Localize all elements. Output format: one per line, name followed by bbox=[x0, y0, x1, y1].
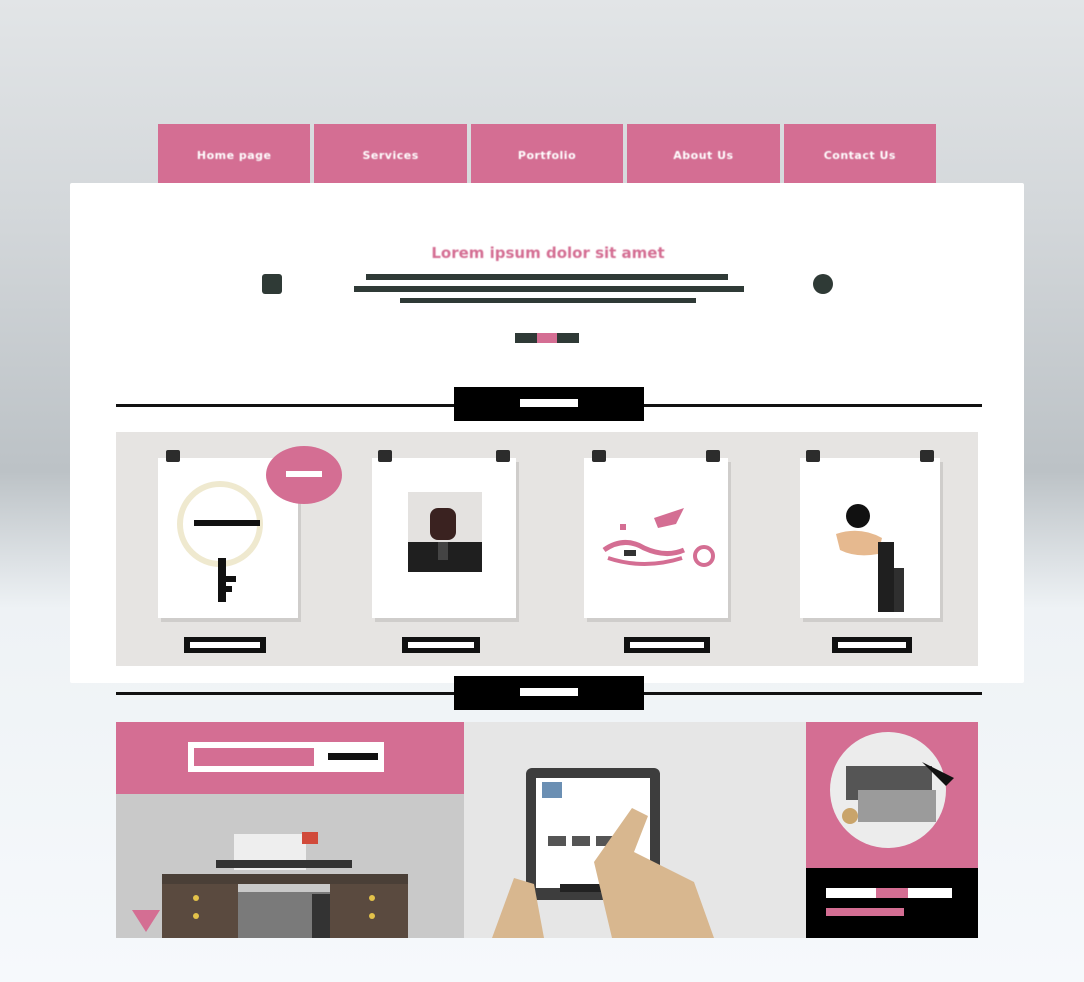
pin-icon bbox=[592, 450, 606, 462]
tab-portfolio[interactable]: Portfolio bbox=[470, 124, 624, 186]
speech-bubble-icon bbox=[266, 446, 342, 504]
hero-text-line bbox=[366, 274, 728, 280]
feature-tile-office[interactable] bbox=[116, 722, 464, 938]
tab-services[interactable]: Services bbox=[314, 124, 467, 186]
section-heading-text bbox=[520, 688, 578, 696]
card-caption[interactable] bbox=[184, 637, 266, 653]
gallery-card[interactable] bbox=[372, 450, 516, 618]
page-frame: Home page Services Portfolio About Us Co… bbox=[0, 0, 1084, 982]
section-heading-box bbox=[454, 676, 644, 710]
portfolio-gallery bbox=[116, 432, 978, 666]
bird-lantern-icon bbox=[602, 508, 715, 567]
tab-label: About Us bbox=[673, 148, 734, 162]
card-caption[interactable] bbox=[832, 637, 912, 653]
hero-text-line bbox=[354, 286, 744, 292]
pager-dot[interactable] bbox=[557, 333, 579, 343]
pin-icon bbox=[920, 450, 934, 462]
hero-text-line bbox=[400, 298, 696, 303]
hero-title: Lorem ipsum dolor sit amet bbox=[431, 244, 665, 262]
pager-dot[interactable] bbox=[515, 333, 537, 343]
businessman-portrait-icon bbox=[408, 492, 482, 572]
tablet-hands-icon bbox=[492, 768, 714, 938]
bubble-text bbox=[286, 471, 322, 477]
slider-prev-button[interactable] bbox=[262, 274, 282, 294]
feature-tile-printer[interactable] bbox=[806, 722, 978, 938]
gallery-card[interactable] bbox=[800, 450, 940, 618]
gallery-card[interactable] bbox=[584, 450, 728, 618]
pin-icon bbox=[806, 450, 820, 462]
slider-next-button[interactable] bbox=[813, 274, 833, 294]
stopwatch-hand-icon bbox=[836, 504, 904, 612]
tab-home[interactable]: Home page bbox=[158, 124, 311, 186]
card-caption[interactable] bbox=[402, 637, 480, 653]
tab-label: Contact Us bbox=[823, 148, 896, 162]
tab-label: Home page bbox=[196, 148, 272, 162]
top-nav: Home page Services Portfolio About Us Co… bbox=[158, 124, 937, 186]
section-heading-box bbox=[454, 387, 644, 421]
section-heading-text bbox=[520, 399, 578, 407]
tab-contact[interactable]: Contact Us bbox=[783, 124, 937, 186]
pin-icon bbox=[166, 450, 180, 462]
pin-icon bbox=[378, 450, 392, 462]
office-desk-icon bbox=[132, 832, 408, 938]
tab-label: Services bbox=[362, 148, 419, 162]
tab-label: Portfolio bbox=[517, 148, 577, 162]
pin-icon bbox=[706, 450, 720, 462]
pager-dot-active[interactable] bbox=[537, 333, 557, 343]
pin-icon bbox=[496, 450, 510, 462]
card-caption[interactable] bbox=[624, 637, 710, 653]
slider-pager[interactable] bbox=[515, 333, 579, 343]
feature-tile-tablet[interactable] bbox=[464, 722, 806, 938]
tab-about[interactable]: About Us bbox=[627, 124, 780, 186]
printer-icon bbox=[806, 732, 978, 938]
